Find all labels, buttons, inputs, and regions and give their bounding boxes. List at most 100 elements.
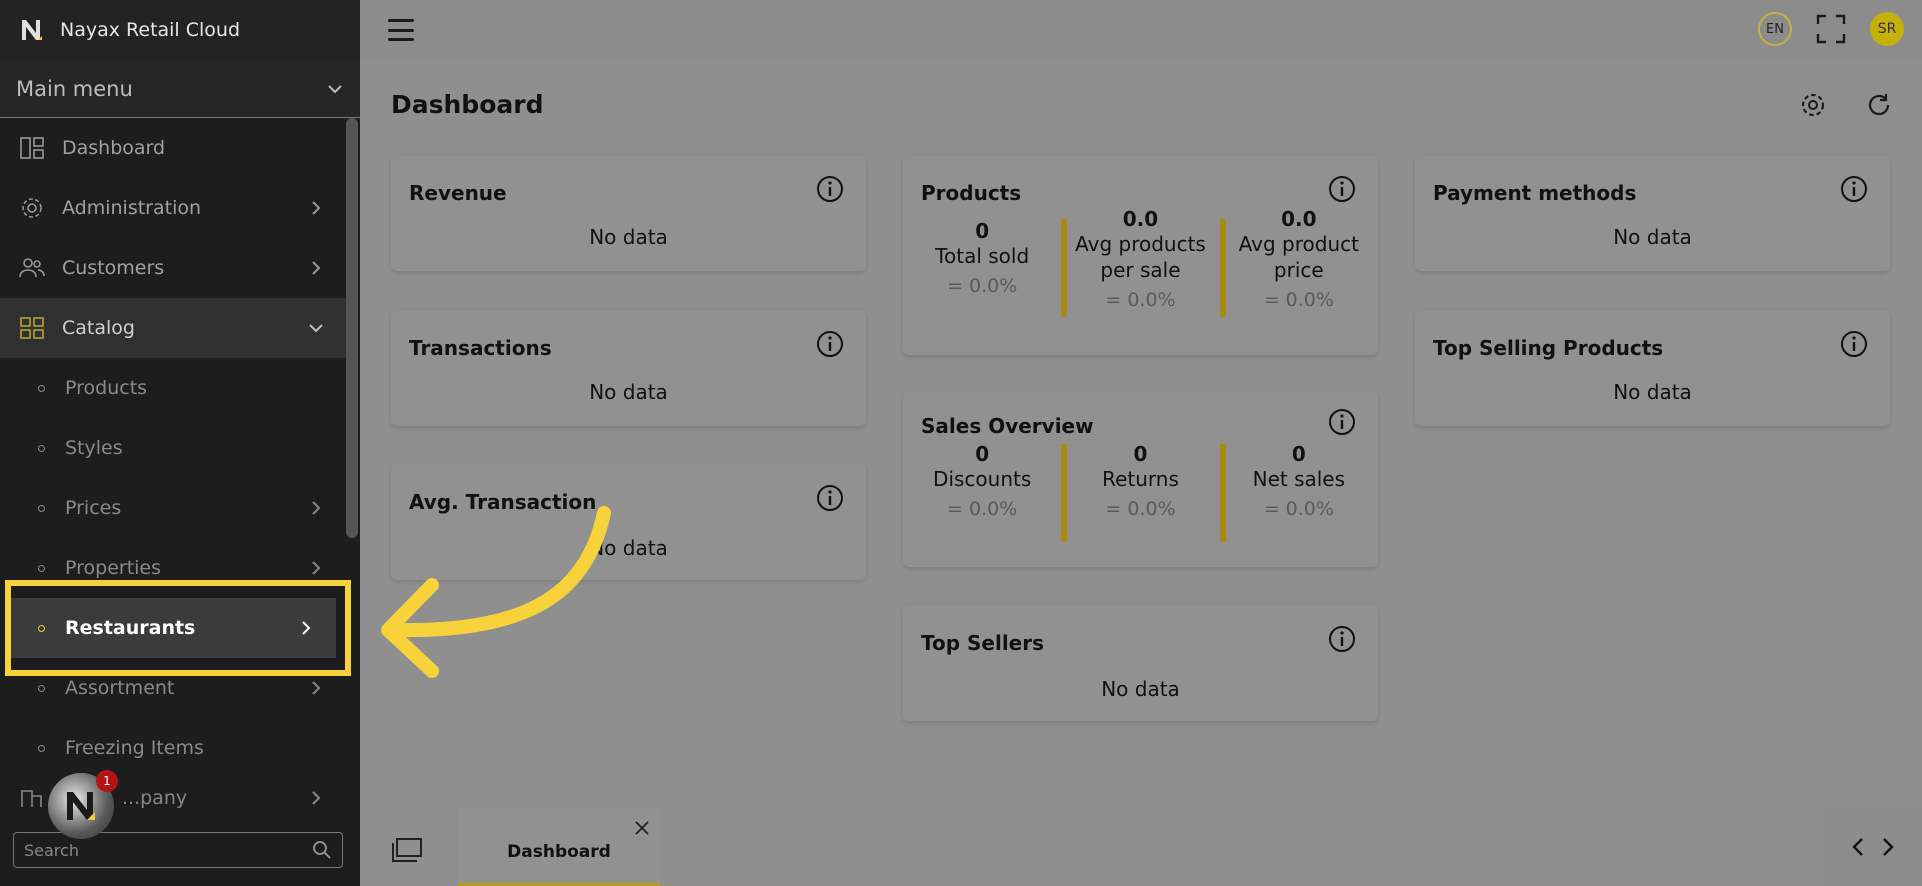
chevron-right-icon — [312, 561, 321, 575]
bullet-icon — [38, 564, 45, 572]
top-sellers-card: Top Sellers No data — [903, 605, 1378, 721]
card-title: Payment methods — [1433, 181, 1637, 205]
metric-discounts: 0 Discounts = 0.0% — [903, 442, 1061, 520]
user-avatar[interactable]: SR — [1870, 12, 1904, 46]
chevron-right-icon — [312, 261, 321, 275]
tab-dashboard[interactable]: Dashboard — [458, 808, 660, 886]
info-icon[interactable] — [816, 484, 844, 512]
sidebar-scrollbar[interactable] — [346, 118, 358, 538]
payment-methods-card: Payment methods No data — [1415, 155, 1890, 271]
card-title: Products — [921, 181, 1022, 205]
sidebar-subitem-freezing-items[interactable]: Freezing Items — [0, 718, 346, 778]
main-menu-label: Main menu — [16, 76, 133, 101]
metric-separator — [1061, 219, 1068, 317]
no-data-text: No data — [1101, 677, 1180, 701]
metric-total-sold: 0 Total sold = 0.0% — [903, 207, 1061, 311]
dashboard-icon — [18, 134, 46, 162]
sidebar-item-label: Dashboard — [62, 137, 166, 159]
sidebar: Nayax Retail Cloud Main menu Dashboard A… — [0, 0, 360, 886]
brand-title: Nayax Retail Cloud — [60, 19, 241, 41]
sidebar-subitem-label: Prices — [65, 497, 122, 519]
sidebar-item-customers[interactable]: Customers — [0, 238, 346, 298]
gear-icon — [18, 194, 46, 222]
no-data-text: No data — [589, 225, 668, 249]
close-icon[interactable] — [634, 820, 650, 836]
metric-value: 0 — [975, 219, 990, 243]
page-title: Dashboard — [391, 90, 544, 119]
chevron-right-icon[interactable] — [1880, 837, 1896, 857]
sidebar-subitem-prices[interactable]: Prices — [0, 478, 346, 538]
top-bar-actions: EN SR — [1758, 12, 1904, 46]
tabs-stack-icon[interactable] — [392, 838, 422, 862]
metric-label: Avg product price — [1238, 232, 1359, 282]
hamburger-menu-icon[interactable] — [388, 19, 414, 41]
sidebar-item-label: Administration — [62, 197, 202, 219]
top-selling-products-card: Top Selling Products No data — [1415, 310, 1890, 426]
metric-value: 0 — [1133, 442, 1148, 466]
sidebar-subitem-label: Products — [65, 377, 148, 399]
metric-returns: 0 Returns = 0.0% — [1061, 442, 1219, 542]
card-title: Top Selling Products — [1433, 336, 1664, 360]
metric-value: 0.0 — [1122, 207, 1159, 231]
sidebar-item-catalog[interactable]: Catalog — [0, 298, 346, 358]
no-data-text: No data — [1613, 225, 1692, 249]
users-icon — [18, 254, 46, 282]
sidebar-item-label: Customers — [62, 257, 165, 279]
language-switcher[interactable]: EN — [1758, 12, 1792, 46]
chevron-left-icon[interactable] — [1850, 837, 1866, 857]
info-icon[interactable] — [1328, 175, 1356, 203]
search-input[interactable] — [24, 840, 312, 860]
fullscreen-icon[interactable] — [1816, 14, 1846, 44]
metric-net-sales: 0 Net sales = 0.0% — [1219, 442, 1378, 542]
info-icon[interactable] — [816, 330, 844, 358]
tutorial-arrow-icon — [381, 506, 611, 678]
sidebar-subitem-styles[interactable]: Styles — [0, 418, 346, 478]
metric-value: 0.0 — [1281, 207, 1317, 231]
settings-gear-icon[interactable] — [1800, 92, 1826, 118]
grid-icon — [18, 314, 46, 342]
refresh-icon[interactable] — [1866, 92, 1892, 118]
card-title: Transactions — [409, 336, 552, 360]
search-icon[interactable] — [312, 840, 332, 860]
sidebar-item-administration[interactable]: Administration — [0, 178, 346, 238]
bullet-icon — [38, 744, 45, 752]
sidebar-subitem-products[interactable]: Products — [0, 358, 346, 418]
products-card: Products 0 Total sold = 0.0% 0.0 Avg pro… — [903, 155, 1378, 355]
tab-label: Dashboard — [507, 842, 611, 862]
brand-header[interactable]: Nayax Retail Cloud — [0, 0, 360, 60]
revenue-card: Revenue No data — [391, 155, 866, 271]
sidebar-search — [13, 832, 343, 868]
info-icon[interactable] — [1840, 330, 1868, 358]
metric-change: = 0.0% — [1105, 498, 1176, 520]
tutorial-highlight-box — [5, 580, 351, 676]
metric-value: 0 — [1291, 442, 1306, 466]
metric-separator — [1219, 219, 1226, 317]
metric-label: Avg products per sale — [1075, 232, 1206, 282]
main-menu-toggle[interactable]: Main menu — [0, 60, 360, 118]
info-icon[interactable] — [1840, 175, 1868, 203]
chevron-right-icon — [312, 791, 321, 805]
metric-change: = 0.0% — [947, 498, 1018, 520]
metric-change: = 0.0% — [1263, 498, 1334, 520]
metric-change: = 0.0% — [1105, 289, 1176, 311]
info-icon[interactable] — [1328, 625, 1356, 653]
transactions-card: Transactions No data — [391, 310, 866, 426]
info-icon[interactable] — [1328, 408, 1356, 436]
info-icon[interactable] — [816, 175, 844, 203]
metric-separator — [1219, 444, 1226, 542]
products-metrics: 0 Total sold = 0.0% 0.0 Avg products per… — [903, 207, 1378, 317]
card-title: Revenue — [409, 181, 507, 205]
bullet-icon — [38, 384, 45, 392]
chevron-down-icon — [328, 84, 342, 93]
tab-scroll-arrows — [1824, 808, 1922, 886]
sidebar-subitem-label: Assortment — [65, 677, 175, 699]
sidebar-item-dashboard[interactable]: Dashboard — [0, 118, 346, 178]
metric-avg-product-price: 0.0 Avg product price = 0.0% — [1219, 207, 1378, 317]
metric-label: Net sales — [1252, 467, 1346, 491]
sidebar-item-label: Catalog — [62, 317, 135, 339]
bullet-icon — [38, 504, 45, 512]
metric-value: 0 — [975, 442, 990, 466]
scroll-thumb[interactable] — [346, 118, 358, 538]
chevron-right-icon — [312, 681, 321, 695]
sidebar-subitem-label: Freezing Items — [65, 737, 204, 759]
